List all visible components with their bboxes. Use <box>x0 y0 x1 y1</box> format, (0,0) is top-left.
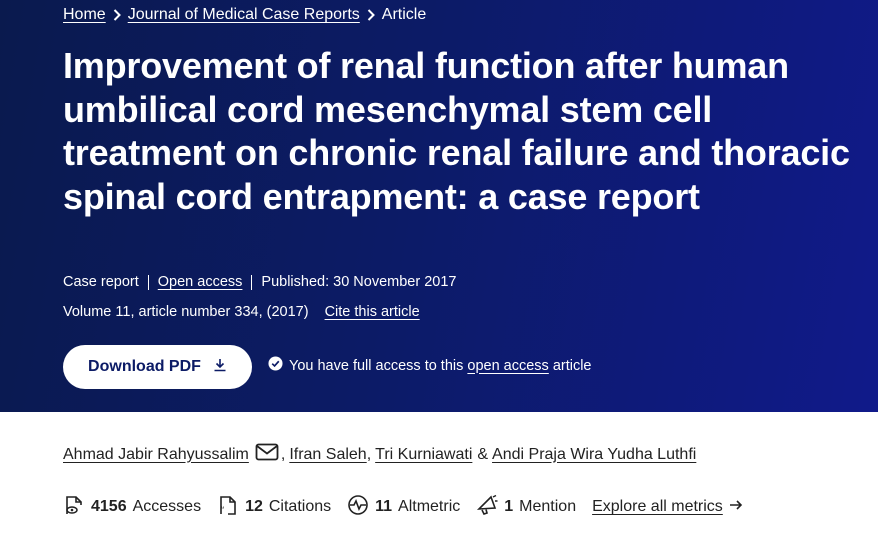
metric-mentions: 1 Mention <box>476 494 576 521</box>
article-meta: Case report Open access Published: 30 No… <box>63 274 456 290</box>
accesses-icon <box>63 494 91 521</box>
meta-divider <box>251 274 253 290</box>
access-notice-prefix: You have full access to this <box>289 357 464 374</box>
breadcrumb-journal-link[interactable]: Journal of Medical Case Reports <box>128 6 360 24</box>
article-header: Home Journal of Medical Case Reports Art… <box>0 0 878 412</box>
author-link[interactable]: Andi Praja Wira Yudha Luthfi <box>492 446 696 464</box>
download-pdf-label: Download PDF <box>88 358 201 375</box>
metric-citations: “ 12 Citations <box>217 494 331 521</box>
download-icon <box>213 358 227 377</box>
open-access-link[interactable]: Open access <box>158 274 243 290</box>
metric-altmetric: 11 Altmetric <box>347 494 460 521</box>
author-separator: & <box>477 445 489 463</box>
breadcrumb: Home Journal of Medical Case Reports Art… <box>63 4 426 26</box>
metric-accesses: 4156 Accesses <box>63 494 201 521</box>
author-link[interactable]: Ahmad Jabir Rahyussalim <box>63 446 249 464</box>
breadcrumb-current: Article <box>381 6 427 23</box>
volume-info: Volume 11, article number 334, (2017) <box>63 304 309 320</box>
chevron-right-icon <box>360 9 382 21</box>
citations-label: Citations <box>268 498 332 515</box>
published-date: Published: 30 November 2017 <box>261 274 457 290</box>
article-title: Improvement of renal function after huma… <box>63 45 850 217</box>
access-notice-link[interactable]: open access <box>467 358 548 374</box>
altmetric-score: 11 <box>375 498 393 515</box>
article-type: Case report <box>63 274 139 290</box>
article-metrics: 4156 Accesses “ 12 Citations 11 Altmetri… <box>63 494 743 521</box>
citations-icon: “ <box>217 494 245 521</box>
accesses-label: Accesses <box>132 498 202 515</box>
article-citation-info: Volume 11, article number 334, (2017) Ci… <box>63 304 420 320</box>
explore-metrics-link[interactable]: Explore all metrics <box>592 498 743 516</box>
access-notice: You have full access to this open access… <box>268 356 592 375</box>
breadcrumb-home-link[interactable]: Home <box>63 6 106 24</box>
altmetric-label: Altmetric <box>398 498 461 515</box>
explore-metrics-label: Explore all metrics <box>592 498 723 515</box>
altmetric-icon <box>347 494 375 521</box>
email-icon[interactable] <box>249 443 281 466</box>
citations-count: 12 <box>245 498 263 515</box>
download-pdf-button[interactable]: Download PDF <box>63 345 252 389</box>
author-list: Ahmad Jabir Rahyussalim , Ifran Saleh , … <box>63 443 696 466</box>
mentions-label: Mention <box>519 498 577 515</box>
author-link[interactable]: Ifran Saleh <box>289 446 366 464</box>
access-notice-suffix: article <box>552 357 592 374</box>
accesses-count: 4156 <box>91 498 127 515</box>
author-separator: , <box>280 445 286 463</box>
cite-article-link[interactable]: Cite this article <box>325 304 420 320</box>
chevron-right-icon <box>106 9 128 21</box>
check-circle-icon <box>268 356 289 375</box>
author-link[interactable]: Tri Kurniawati <box>375 446 472 464</box>
meta-divider <box>147 274 149 290</box>
mentions-count: 1 <box>504 498 514 515</box>
author-separator: , <box>366 445 372 463</box>
arrow-right-icon <box>723 498 743 516</box>
megaphone-icon <box>476 494 504 521</box>
svg-text:“: “ <box>220 506 225 516</box>
